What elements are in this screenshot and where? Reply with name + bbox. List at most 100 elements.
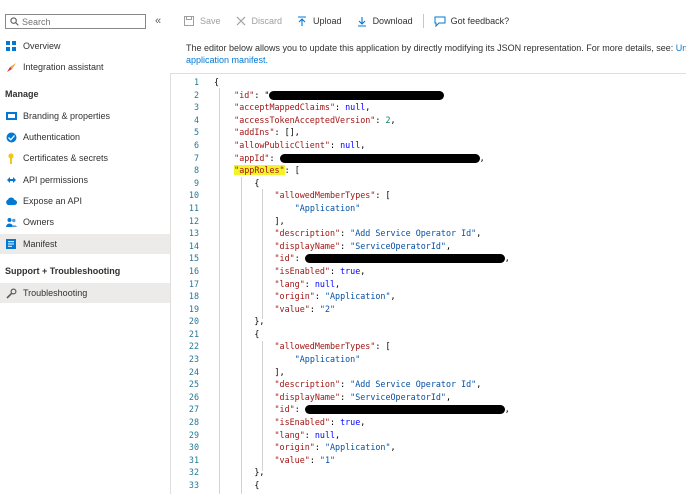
line-number: 28 (188, 417, 199, 428)
redacted-role-id (304, 254, 505, 264)
sidebar-item-label: Troubleshooting (23, 288, 88, 298)
authentication-icon (5, 131, 17, 143)
code-line: "allowedMemberTypes": [ (274, 190, 391, 201)
line-number-gutter: 1 2 3 4 5 6 7 8 9 10 11 12 13 14 15 16 17 18 19 20 21 22 23 24 2… (171, 76, 201, 492)
code-line: { (214, 77, 220, 87)
line-number: 8 (193, 165, 199, 176)
rocket-icon (5, 61, 17, 73)
close-icon (235, 15, 247, 27)
redacted-id (269, 90, 445, 100)
discard-label: Discard (251, 16, 283, 26)
line-number: 29 (188, 429, 199, 440)
code-line: "allowedMemberTypes": [ (274, 341, 391, 352)
line-number: 1 (193, 77, 199, 87)
sidebar: « Overview Integration assistant Manage … (0, 0, 170, 494)
line-number: 17 (188, 278, 199, 289)
code-line: "description": "Add Service Operator Id"… (274, 379, 482, 390)
highlighted-approles-key: "appRoles" (234, 165, 285, 176)
sidebar-item-owners[interactable]: Owners (0, 212, 170, 232)
code-line: "value": "2" (274, 303, 336, 314)
code-line: "appId": , (234, 152, 485, 163)
sidebar-item-integration-assistant[interactable]: Integration assistant (0, 57, 170, 77)
sidebar-item-overview[interactable]: Overview (0, 36, 170, 56)
line-number: 2 (193, 89, 199, 100)
line-number: 3 (193, 102, 199, 113)
redacted-role-id (304, 405, 505, 415)
sidebar-item-api-permissions[interactable]: API permissions (0, 170, 170, 190)
grid-icon (5, 40, 17, 52)
sidebar-item-label: Manifest (23, 239, 58, 249)
branding-icon (5, 110, 17, 122)
sidebar-item-expose-api[interactable]: Expose an API (0, 191, 170, 211)
code-line: }, (254, 467, 265, 478)
line-number: 12 (188, 215, 199, 226)
line-number: 6 (193, 139, 199, 150)
feedback-icon (434, 15, 446, 27)
wrench-icon (5, 287, 17, 299)
code-line: "Application" (294, 354, 361, 365)
line-number: 30 (188, 442, 199, 453)
code-line: "isEnabled": true, (274, 265, 366, 276)
line-number: 31 (188, 454, 199, 465)
code-line: "id": , (274, 404, 510, 415)
code-line: { (254, 328, 260, 339)
command-bar: Save Discard Upload Download Got feedbac… (183, 11, 523, 31)
code-line: "origin": "Application", (274, 291, 396, 302)
code-line: "value": "1" (274, 454, 336, 465)
line-number: 9 (193, 177, 199, 188)
code-line: "id": " (214, 89, 510, 102)
line-number: 7 (193, 152, 199, 163)
code-line: "lang": null, (274, 429, 341, 440)
code-line: "lang": null, (274, 278, 341, 289)
line-number: 22 (188, 341, 199, 352)
redacted-app-id (279, 153, 480, 163)
search-box[interactable] (5, 14, 146, 29)
sidebar-item-certificates[interactable]: Certificates & secrets (0, 148, 170, 168)
line-number: 23 (188, 354, 199, 365)
sidebar-item-label: API permissions (23, 175, 89, 185)
save-label: Save (200, 16, 221, 26)
save-icon (183, 15, 195, 27)
search-input[interactable] (22, 16, 132, 27)
sidebar-item-manifest[interactable]: Manifest (0, 234, 170, 254)
code-line: "isEnabled": true, (274, 417, 366, 428)
manifest-docs-link[interactable]: application manifest. (186, 55, 268, 65)
line-number: 26 (188, 391, 199, 402)
line-number: 16 (188, 265, 199, 276)
json-editor[interactable]: 1 2 3 4 5 6 7 8 9 10 11 12 13 14 15 16 17 18 19 20 21 22 23 24 2… (170, 73, 686, 494)
editor-description: The editor below allows you to update th… (186, 42, 686, 66)
line-number: 5 (193, 127, 199, 138)
line-number: 25 (188, 379, 199, 390)
code-area[interactable]: { "id": " "acceptMappedClaims": null, "a… (214, 76, 510, 492)
download-icon (356, 15, 368, 27)
save-button[interactable]: Save (183, 15, 221, 27)
code-line: "addIns": [], (234, 127, 300, 138)
download-button[interactable]: Download (356, 15, 413, 27)
sidebar-item-label: Integration assistant (23, 62, 104, 72)
line-number: 11 (188, 202, 199, 213)
line-number: 20 (188, 316, 199, 327)
upload-button[interactable]: Upload (296, 15, 342, 27)
owners-icon (5, 216, 17, 228)
line-number: 33 (188, 480, 199, 490)
line-number: 4 (193, 114, 199, 125)
sidebar-item-branding[interactable]: Branding & properties (0, 106, 170, 126)
code-line: { (254, 480, 260, 490)
code-line: "displayName": "ServiceOperatorId", (274, 391, 452, 402)
manage-heading: Manage (5, 89, 39, 99)
feedback-button[interactable]: Got feedback? (434, 15, 509, 27)
understand-link[interactable]: Unders (676, 43, 686, 53)
line-number: 24 (188, 366, 199, 377)
line-number: 15 (188, 253, 199, 264)
sidebar-item-authentication[interactable]: Authentication (0, 127, 170, 147)
code-line: "appRoles": [ (234, 165, 300, 176)
sidebar-item-label: Branding & properties (23, 111, 111, 121)
sidebar-item-troubleshooting[interactable]: Troubleshooting (0, 283, 170, 303)
collapse-sidebar-button[interactable]: « (152, 14, 164, 29)
line-number: 32 (188, 467, 199, 478)
discard-button[interactable]: Discard (235, 15, 283, 27)
key-icon (5, 152, 17, 164)
line-number: 10 (188, 190, 199, 201)
line-number: 14 (188, 240, 199, 251)
code-line: "acceptMappedClaims": null, (234, 102, 371, 113)
